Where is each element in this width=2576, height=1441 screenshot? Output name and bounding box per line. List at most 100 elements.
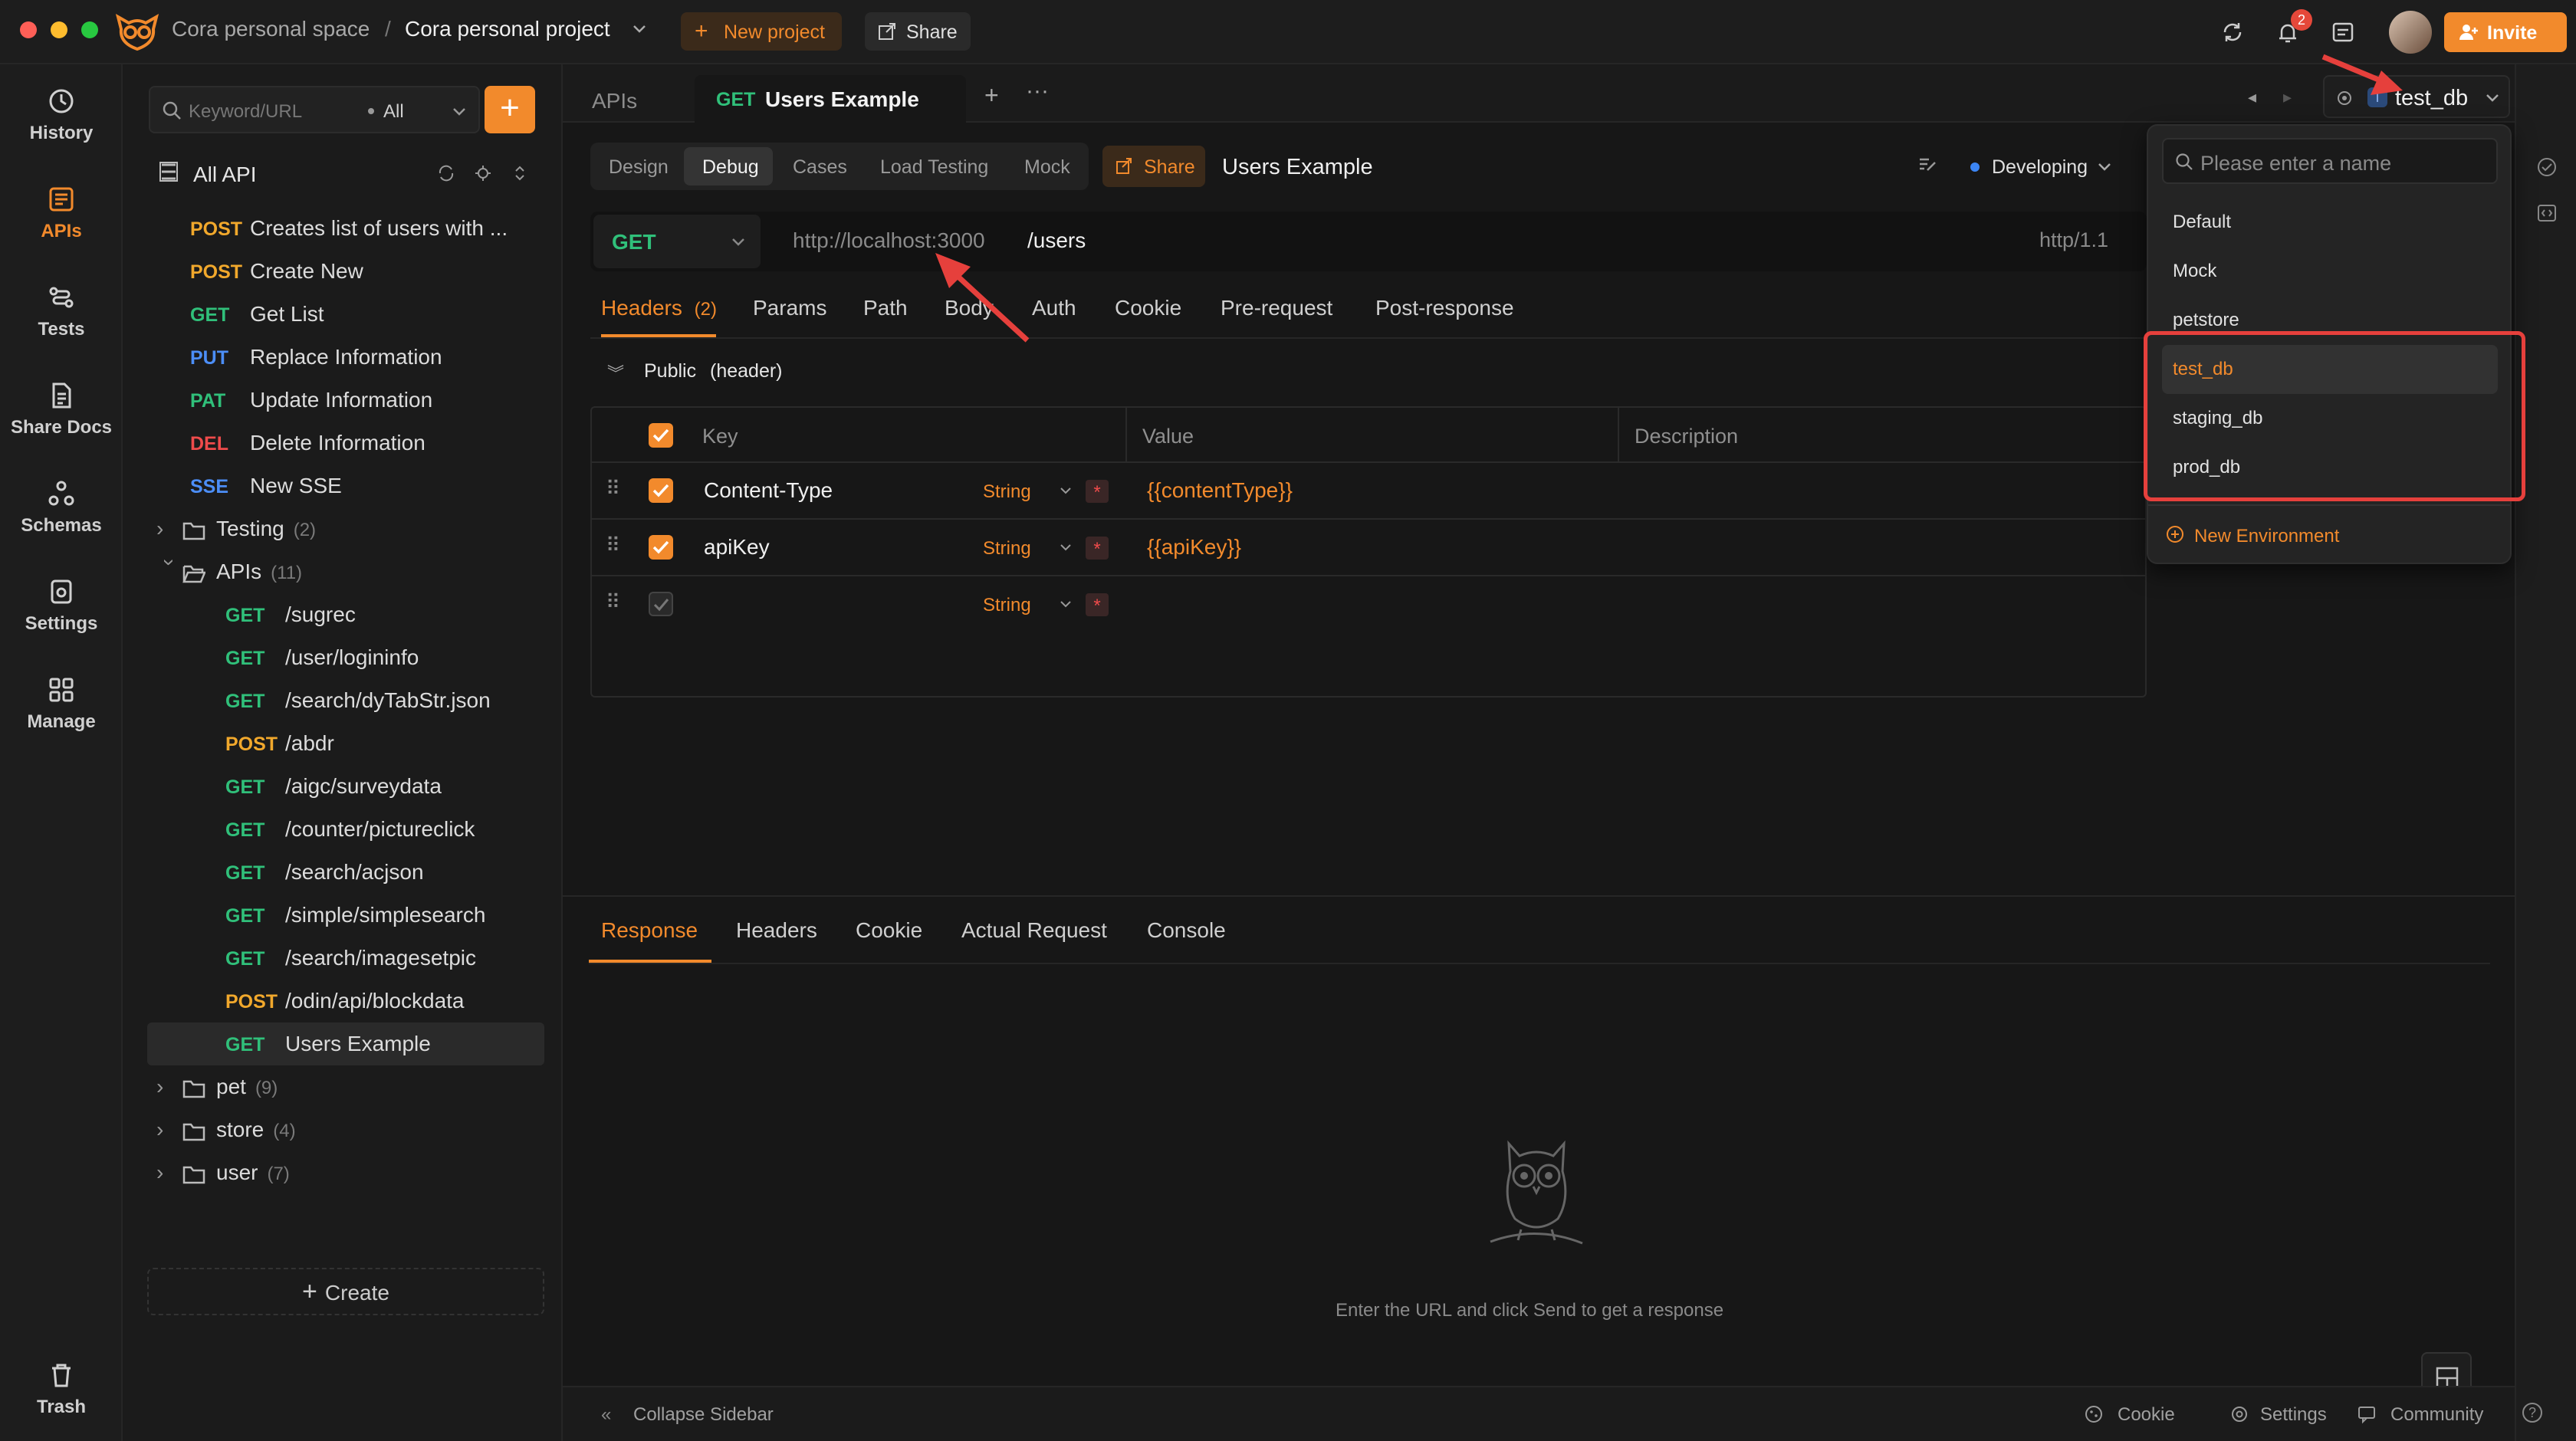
new-environment-button[interactable]: New Environment — [2194, 526, 2339, 547]
chevron-down-icon[interactable] — [1058, 595, 1073, 613]
tab-next-icon[interactable]: ▸ — [2283, 87, 2292, 107]
collapse-icon[interactable]: ︾ — [607, 360, 624, 385]
rail-share-docs[interactable]: Share Docs — [0, 380, 123, 438]
folder-testing[interactable]: › Testing (2) — [156, 507, 316, 550]
tree-item[interactable]: POST Create New — [190, 250, 363, 293]
invite-button[interactable]: Invite — [2444, 12, 2567, 52]
tree-item[interactable]: GET/search/acjson — [225, 851, 424, 894]
space-name[interactable]: Cora personal space — [172, 17, 370, 41]
env-option-petstore[interactable]: petstore — [2173, 310, 2239, 331]
check-circle-icon[interactable] — [2536, 156, 2558, 178]
drag-handle-icon[interactable]: ⠿ — [606, 590, 620, 614]
footer-cookie[interactable]: Cookie — [2118, 1404, 2175, 1426]
tab-users-example[interactable]: GET Users Example — [695, 75, 966, 123]
tree-item[interactable]: SSE New SSE — [190, 464, 342, 507]
type-select[interactable]: String — [983, 538, 1031, 560]
tree-item[interactable]: POST/odin/api/blockdata — [225, 980, 465, 1022]
new-tab-plus-icon[interactable]: + — [984, 81, 999, 110]
collapse-sidebar-label[interactable]: Collapse Sidebar — [633, 1404, 774, 1426]
tab-cookie[interactable]: Cookie — [1115, 296, 1181, 320]
tree-item-users-example[interactable]: GET Users Example — [225, 1022, 431, 1065]
tree-item[interactable]: GET/simple/simplesearch — [225, 894, 485, 937]
api-name-input[interactable]: Users Example — [1222, 155, 1373, 180]
mode-design[interactable]: Design — [609, 156, 669, 179]
tree-item[interactable]: GET Get List — [190, 293, 324, 336]
row-checkbox[interactable] — [649, 592, 673, 616]
message-icon[interactable] — [2331, 20, 2355, 44]
tab-actual-request[interactable]: Actual Request — [961, 918, 1107, 943]
drag-handle-icon[interactable]: ⠿ — [606, 477, 620, 501]
mode-load-testing[interactable]: Load Testing — [880, 156, 988, 179]
settings-gear-icon[interactable] — [2229, 1404, 2249, 1424]
expand-collapse-icon[interactable] — [511, 164, 529, 182]
tree-item[interactable]: GET/counter/pictureclick — [225, 808, 475, 851]
select-all-checkbox[interactable] — [649, 423, 673, 448]
tab-prev-icon[interactable]: ◂ — [2248, 87, 2256, 107]
status-select[interactable]: Developing — [1992, 156, 2088, 179]
all-api-label[interactable]: All API — [193, 162, 256, 187]
search-input[interactable]: Keyword/URL — [189, 101, 302, 123]
locate-icon[interactable] — [474, 164, 492, 182]
maximize-window-button[interactable] — [81, 21, 98, 38]
add-api-button[interactable]: + — [485, 86, 535, 133]
tab-post-response[interactable]: Post-response — [1375, 296, 1514, 320]
chevron-down-icon[interactable] — [451, 101, 468, 121]
type-select[interactable]: String — [983, 481, 1031, 503]
chevron-down-icon[interactable] — [1058, 481, 1073, 500]
header-value[interactable]: {{apiKey}} — [1147, 535, 1241, 560]
community-icon[interactable] — [2357, 1404, 2377, 1424]
filter-select[interactable]: All — [383, 101, 404, 123]
rail-history[interactable]: History — [0, 86, 123, 144]
help-icon[interactable]: ? — [2522, 1403, 2542, 1423]
rail-schemas[interactable]: Schemas — [0, 478, 123, 537]
tree-item[interactable]: POST Creates list of users with ... — [190, 207, 508, 250]
rail-trash[interactable]: Trash — [0, 1360, 123, 1418]
tab-console[interactable]: Console — [1147, 918, 1226, 943]
refresh-icon[interactable] — [437, 164, 455, 182]
avatar[interactable] — [2389, 11, 2432, 54]
tab-path[interactable]: Path — [863, 296, 908, 320]
mode-cases[interactable]: Cases — [793, 156, 847, 179]
tab-params[interactable]: Params — [753, 296, 826, 320]
type-select[interactable]: String — [983, 595, 1031, 616]
tree-item[interactable]: POST/abdr — [225, 722, 334, 765]
tree-item[interactable]: GET/aigc/surveydata — [225, 765, 442, 808]
folder-store[interactable]: › store (4) — [156, 1108, 296, 1151]
tab-pre-request[interactable]: Pre-request — [1221, 296, 1332, 320]
tab-resp-headers[interactable]: Headers — [736, 918, 817, 943]
search-box[interactable]: Keyword/URL All — [149, 86, 480, 133]
mode-debug[interactable]: Debug — [702, 156, 759, 179]
footer-community[interactable]: Community — [2390, 1404, 2483, 1426]
share-api-button[interactable]: Share — [1102, 146, 1205, 187]
tab-resp-cookie[interactable]: Cookie — [856, 918, 922, 943]
required-toggle[interactable]: * — [1086, 537, 1109, 560]
chevron-down-icon[interactable] — [1058, 538, 1073, 556]
row-checkbox[interactable] — [649, 478, 673, 503]
close-window-button[interactable] — [20, 21, 37, 38]
share-project-button[interactable]: Share — [865, 12, 971, 51]
collapse-arrows-icon[interactable]: « — [601, 1404, 611, 1426]
tree-item[interactable]: DEL Delete Information — [190, 422, 426, 464]
header-value[interactable]: {{contentType}} — [1147, 478, 1293, 503]
header-key[interactable]: apiKey — [704, 535, 770, 560]
project-name[interactable]: Cora personal project — [405, 17, 610, 41]
mode-mock[interactable]: Mock — [1024, 156, 1070, 179]
row-checkbox[interactable] — [649, 535, 673, 560]
required-toggle[interactable]: * — [1086, 593, 1109, 616]
chevron-down-icon[interactable] — [630, 17, 649, 40]
method-select[interactable]: GET — [593, 215, 761, 268]
tree-item[interactable]: GET/search/dyTabStr.json — [225, 679, 491, 722]
tree-item[interactable]: PUT Replace Information — [190, 336, 442, 379]
public-label[interactable]: Public — [644, 360, 696, 382]
header-key[interactable]: Content-Type — [704, 478, 833, 503]
folder-pet[interactable]: › pet (9) — [156, 1065, 278, 1108]
code-icon[interactable] — [2536, 202, 2558, 224]
tree-item[interactable]: PAT Update Information — [190, 379, 432, 422]
tree-item[interactable]: GET/search/imagesetpic — [225, 937, 476, 980]
env-search-input[interactable]: Please enter a name — [2200, 152, 2391, 176]
rail-apis[interactable]: APIs — [0, 184, 123, 242]
env-option-default[interactable]: Default — [2173, 212, 2231, 233]
cookie-icon[interactable] — [2084, 1404, 2104, 1424]
protocol-select[interactable]: http/1.1 — [2039, 228, 2108, 252]
tab-response[interactable]: Response — [601, 918, 698, 943]
